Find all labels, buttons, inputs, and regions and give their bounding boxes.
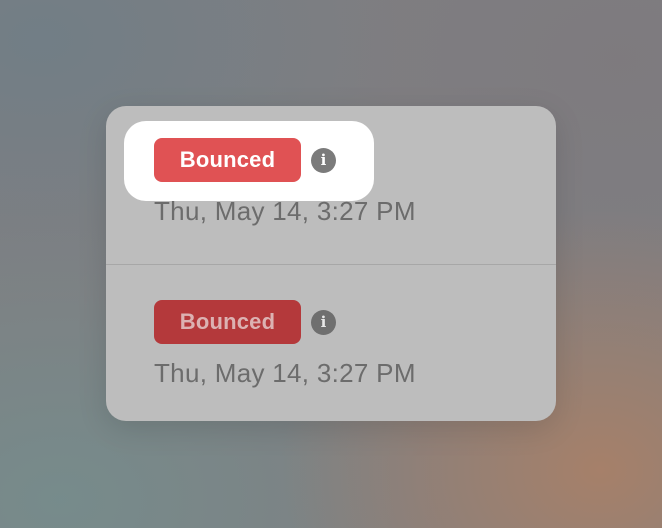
divider xyxy=(106,264,556,265)
status-line: Bounced i xyxy=(154,300,416,344)
status-history-popover: Bounced i Thu, May 14, 3:27 PM Bounced i… xyxy=(106,106,556,421)
bounced-status-badge[interactable]: Bounced xyxy=(154,300,301,344)
status-timestamp: Thu, May 14, 3:27 PM xyxy=(154,196,416,226)
status-entry: Bounced i Thu, May 14, 3:27 PM xyxy=(154,138,416,227)
status-timestamp: Thu, May 14, 3:27 PM xyxy=(154,358,416,388)
status-line: Bounced i xyxy=(154,138,416,182)
status-entry: Bounced i Thu, May 14, 3:27 PM xyxy=(154,300,416,389)
info-icon[interactable]: i xyxy=(311,147,336,173)
bounced-status-badge[interactable]: Bounced xyxy=(154,138,301,182)
info-icon[interactable]: i xyxy=(311,309,336,335)
